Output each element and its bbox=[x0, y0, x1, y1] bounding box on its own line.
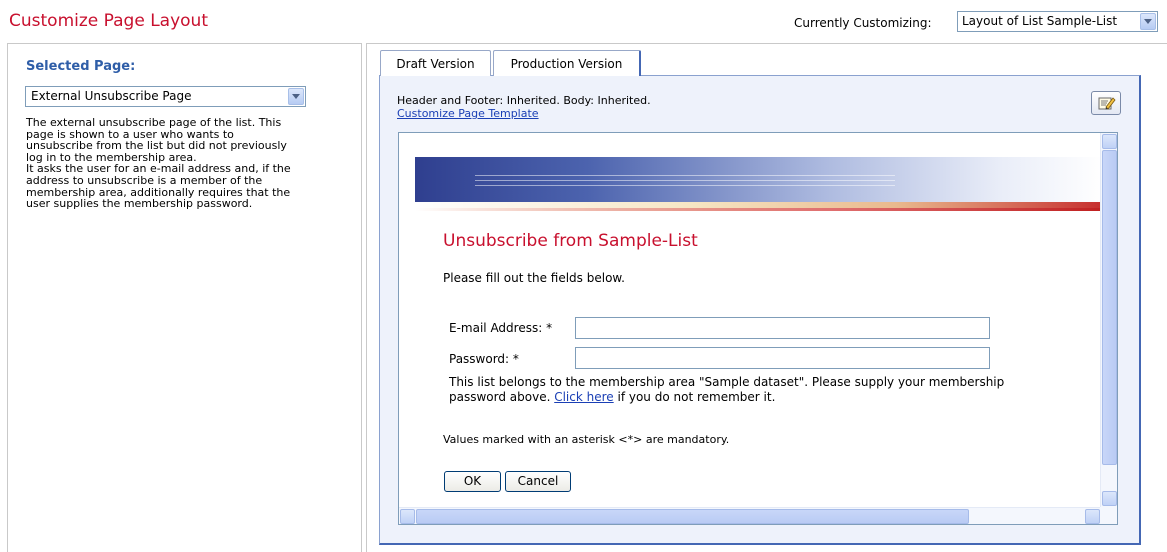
membership-note-text-end: if you do not remember it. bbox=[613, 390, 776, 404]
banner-line bbox=[475, 180, 895, 181]
tab-production-version[interactable]: Production Version bbox=[493, 50, 641, 76]
header-banner bbox=[415, 157, 1103, 202]
top-bar: Customize Page Layout Currently Customiz… bbox=[0, 0, 1167, 38]
form-title: Unsubscribe from Sample-List bbox=[443, 231, 698, 251]
customizing-select-value: Layout of List Sample-List bbox=[962, 14, 1118, 28]
selected-page-heading: Selected Page: bbox=[26, 59, 136, 74]
page-select-value: External Unsubscribe Page bbox=[31, 89, 192, 103]
page-preview-frame[interactable]: Unsubscribe from Sample-List Please fill… bbox=[398, 132, 1118, 525]
password-field[interactable] bbox=[575, 347, 990, 369]
email-label: E-mail Address: * bbox=[449, 321, 553, 335]
cancel-button[interactable]: Cancel bbox=[505, 471, 571, 492]
customize-template-link[interactable]: Customize Page Template bbox=[397, 107, 539, 120]
banner-line bbox=[475, 175, 895, 176]
horizontal-scroll-thumb[interactable] bbox=[416, 509, 969, 524]
page-title: Customize Page Layout bbox=[9, 11, 208, 31]
scroll-corner bbox=[1100, 507, 1117, 524]
edit-pencil-icon bbox=[1098, 97, 1116, 110]
customizing-label: Currently Customizing: bbox=[794, 16, 932, 30]
tab-draft-version[interactable]: Draft Version bbox=[380, 50, 491, 76]
left-panel: Selected Page: External Unsubscribe Page… bbox=[7, 43, 362, 552]
page-description: The external unsubscribe page of the lis… bbox=[26, 116, 291, 211]
horizontal-scrollbar[interactable] bbox=[399, 507, 1102, 524]
vertical-scrollbar[interactable] bbox=[1100, 133, 1117, 508]
mandatory-note: Values marked with an asterisk <*> are m… bbox=[443, 433, 730, 446]
edit-button[interactable] bbox=[1091, 91, 1121, 115]
banner-stripe bbox=[415, 202, 1103, 211]
chevron-down-icon[interactable] bbox=[1140, 13, 1156, 30]
header-footer-status: Header and Footer: Inherited. Body: Inhe… bbox=[397, 94, 651, 107]
page-select[interactable]: External Unsubscribe Page bbox=[25, 86, 306, 107]
membership-note: This list belongs to the membership area… bbox=[449, 375, 1009, 405]
chevron-down-icon[interactable] bbox=[288, 88, 304, 105]
scroll-right-icon[interactable] bbox=[1085, 509, 1100, 524]
scroll-left-icon[interactable] bbox=[400, 509, 415, 524]
banner-line bbox=[475, 185, 895, 186]
forgot-password-link[interactable]: Click here bbox=[554, 390, 613, 404]
form-intro: Please fill out the fields below. bbox=[443, 271, 625, 285]
customizing-select[interactable]: Layout of List Sample-List bbox=[957, 11, 1158, 32]
password-label: Password: * bbox=[449, 352, 519, 366]
ok-button[interactable]: OK bbox=[444, 471, 501, 492]
scroll-up-icon[interactable] bbox=[1102, 134, 1117, 149]
scroll-down-icon[interactable] bbox=[1102, 491, 1117, 506]
email-field[interactable] bbox=[575, 317, 990, 339]
vertical-scroll-thumb[interactable] bbox=[1102, 150, 1117, 465]
